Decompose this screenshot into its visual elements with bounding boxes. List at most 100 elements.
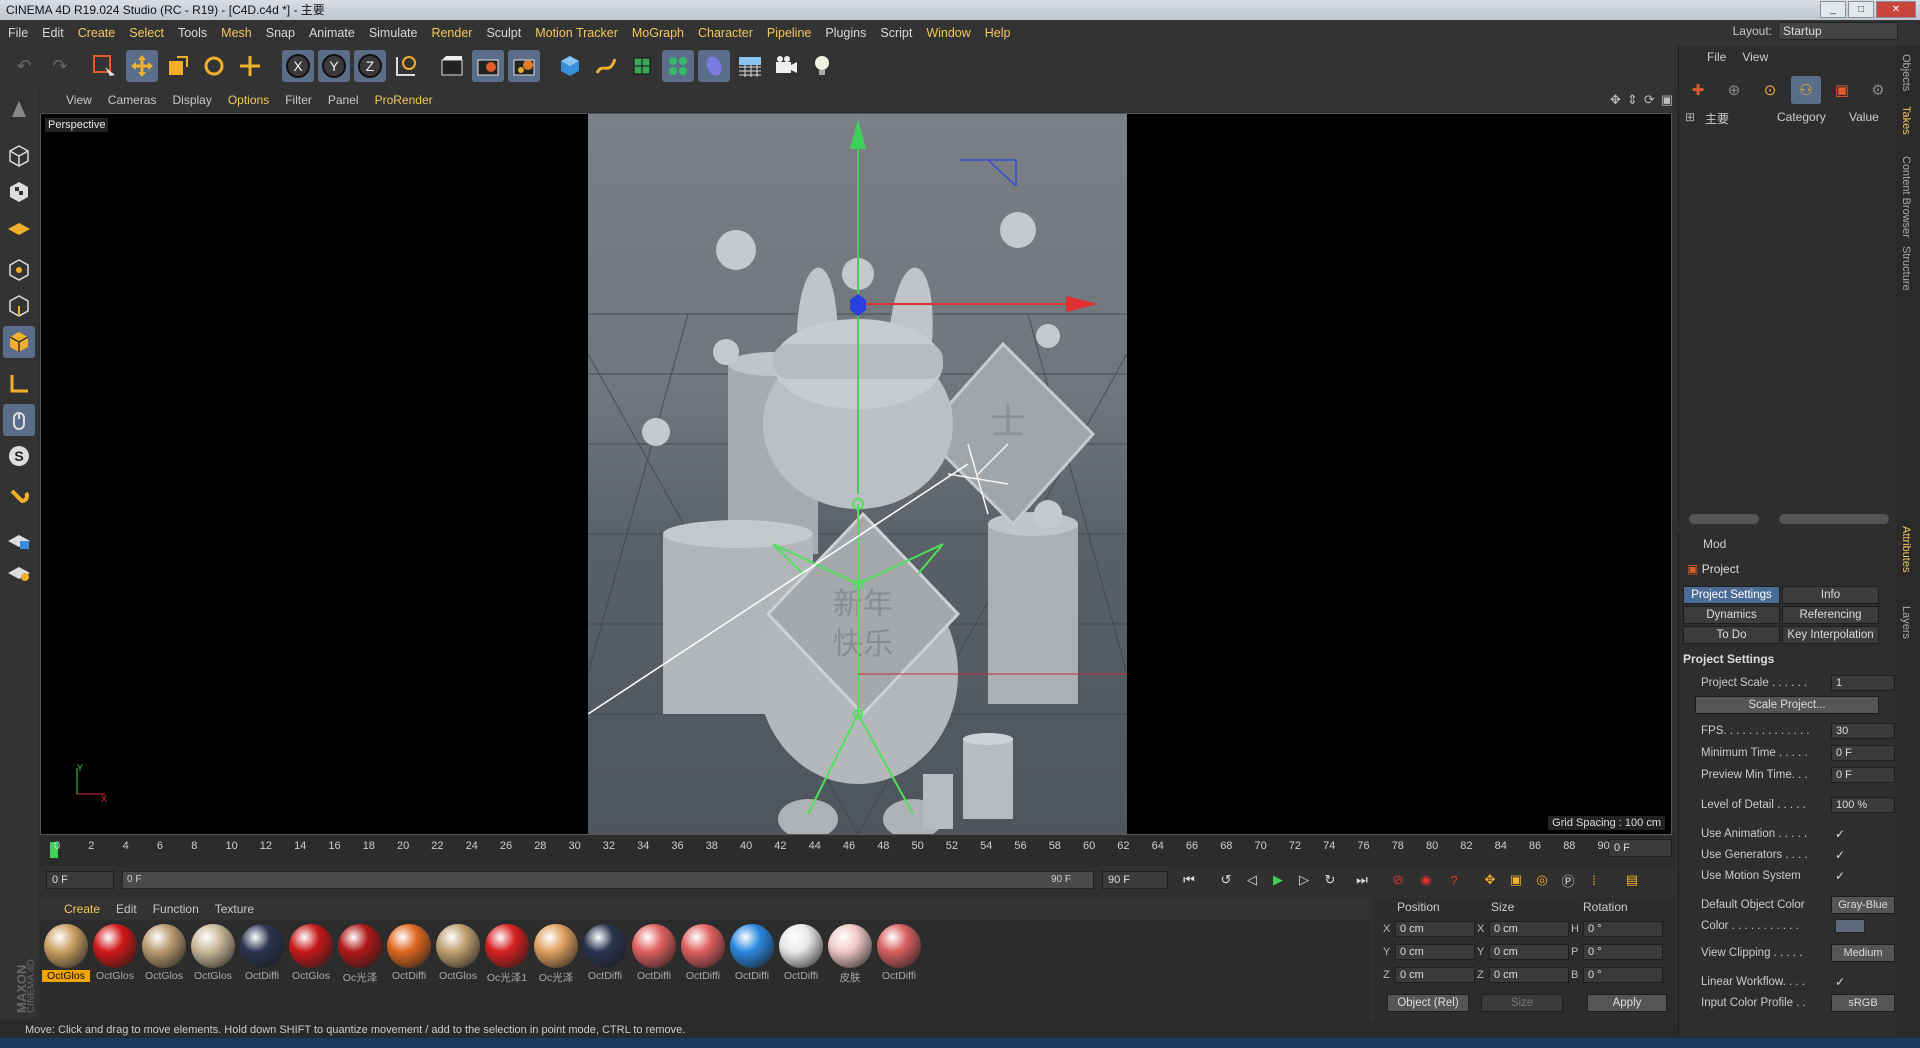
- menu-script[interactable]: Script: [880, 26, 912, 40]
- cube-icon[interactable]: [554, 50, 586, 82]
- auto-take-icon[interactable]: ⚇: [1791, 76, 1821, 104]
- color-swatch[interactable]: [1835, 919, 1865, 933]
- menu-snap[interactable]: Snap: [266, 26, 295, 40]
- camera-label[interactable]: Perspective: [45, 118, 109, 132]
- use-generators-checkbox[interactable]: ✓: [1835, 846, 1845, 864]
- menu-edit[interactable]: Edit: [42, 26, 64, 40]
- size-field[interactable]: 0 cm: [1489, 944, 1569, 960]
- menu-sculpt[interactable]: Sculpt: [486, 26, 521, 40]
- autokeying-icon[interactable]: ◉: [1414, 869, 1438, 891]
- use-animation-checkbox[interactable]: ✓: [1835, 825, 1845, 843]
- apply-button[interactable]: Apply: [1587, 994, 1667, 1012]
- cloner-icon[interactable]: [662, 50, 694, 82]
- menu-pipeline[interactable]: Pipeline: [767, 26, 811, 40]
- material-menu-function[interactable]: Function: [153, 902, 199, 916]
- render-picture-viewer-icon[interactable]: [472, 50, 504, 82]
- play-icon[interactable]: ▶: [1266, 869, 1290, 891]
- scale-icon[interactable]: [162, 50, 194, 82]
- redo-icon[interactable]: ↷: [44, 50, 76, 82]
- tab-to-do[interactable]: To Do: [1683, 626, 1780, 644]
- z-axis-icon[interactable]: Z: [354, 50, 386, 82]
- points-mode-icon[interactable]: [3, 254, 35, 286]
- preview-min-field[interactable]: 0 F: [1831, 767, 1895, 783]
- tab-referencing[interactable]: Referencing: [1782, 606, 1879, 624]
- record-active-objects-icon[interactable]: ⊘: [1386, 869, 1410, 891]
- key-parameter-icon[interactable]: Ⓟ: [1556, 869, 1580, 891]
- material-item[interactable]: OctDiffi: [875, 924, 923, 982]
- live-selection-icon[interactable]: [88, 50, 120, 82]
- polygons-mode-icon[interactable]: [3, 326, 35, 358]
- side-tab-takes[interactable]: Takes: [1900, 106, 1912, 135]
- take-expand-icon[interactable]: ⊞: [1685, 110, 1695, 124]
- size-field[interactable]: 0 cm: [1489, 967, 1569, 983]
- deformer-icon[interactable]: [698, 50, 730, 82]
- end-frame-field[interactable]: 90 F: [1102, 871, 1168, 889]
- size-field[interactable]: 0 cm: [1489, 921, 1569, 937]
- material-item[interactable]: OctGlos: [140, 924, 188, 982]
- menu-file[interactable]: File: [8, 26, 28, 40]
- material-item[interactable]: OctDiffi: [777, 924, 825, 982]
- viewport-menu-prorender[interactable]: ProRender: [375, 93, 433, 107]
- clone-take-icon[interactable]: ⊕: [1719, 76, 1749, 104]
- material-item[interactable]: OctGlos: [434, 924, 482, 982]
- material-menu-create[interactable]: Create: [64, 902, 100, 916]
- material-item[interactable]: 皮肤: [826, 924, 874, 985]
- view-clipping-select[interactable]: Medium: [1831, 944, 1895, 962]
- tab-info[interactable]: Info: [1782, 586, 1879, 604]
- maximize-button[interactable]: □: [1848, 1, 1874, 18]
- planar-workplane-icon[interactable]: [3, 556, 35, 588]
- material-menu-texture[interactable]: Texture: [215, 902, 254, 916]
- position-field[interactable]: 0 cm: [1395, 921, 1475, 937]
- rotate-icon[interactable]: [198, 50, 230, 82]
- key-scale-icon[interactable]: ▣: [1504, 869, 1528, 891]
- edges-mode-icon[interactable]: [3, 290, 35, 322]
- side-tab-structure[interactable]: Structure: [1900, 246, 1912, 291]
- takes-scrollbar-right[interactable]: [1779, 514, 1889, 524]
- start-frame-field[interactable]: 0 F: [46, 871, 114, 889]
- menu-mesh[interactable]: Mesh: [221, 26, 252, 40]
- locked-workplane-icon[interactable]: [3, 524, 35, 556]
- menu-mograph[interactable]: MoGraph: [632, 26, 684, 40]
- preview-range-slider[interactable]: 0 F 90 F: [122, 871, 1094, 889]
- takes-menu-view[interactable]: View: [1742, 50, 1768, 64]
- rotation-field[interactable]: 0 °: [1583, 944, 1663, 960]
- linear-workflow-checkbox[interactable]: ✓: [1835, 973, 1845, 991]
- side-tab-objects[interactable]: Objects: [1900, 54, 1912, 91]
- dolly-icon[interactable]: ⇕: [1627, 92, 1638, 108]
- menu-select[interactable]: Select: [129, 26, 164, 40]
- material-item[interactable]: OctDiffi: [238, 924, 286, 982]
- pan-icon[interactable]: ✥: [1610, 92, 1621, 108]
- material-item[interactable]: OctGlos: [91, 924, 139, 982]
- side-tab-layers[interactable]: Layers: [1900, 606, 1912, 639]
- viewport-menu-filter[interactable]: Filter: [285, 93, 312, 107]
- edit-render-settings-icon[interactable]: [508, 50, 540, 82]
- attributes-mode-menu[interactable]: Mod: [1703, 537, 1726, 551]
- close-button[interactable]: ✕: [1876, 1, 1916, 18]
- menu-plugins[interactable]: Plugins: [825, 26, 866, 40]
- key-position-icon[interactable]: ✥: [1478, 869, 1502, 891]
- light-icon[interactable]: [806, 50, 838, 82]
- x-axis-icon[interactable]: X: [282, 50, 314, 82]
- material-item[interactable]: OctDiffi: [728, 924, 776, 982]
- material-item[interactable]: OctDiffi: [679, 924, 727, 982]
- position-field[interactable]: 0 cm: [1395, 967, 1475, 983]
- project-scale-field[interactable]: 1: [1831, 675, 1895, 691]
- use-motion-checkbox[interactable]: ✓: [1835, 867, 1845, 885]
- rotation-field[interactable]: 0 °: [1583, 921, 1663, 937]
- material-item[interactable]: OctDiffi: [630, 924, 678, 982]
- menu-window[interactable]: Window: [926, 26, 970, 40]
- key-rotation-icon[interactable]: ◎: [1530, 869, 1554, 891]
- menu-create[interactable]: Create: [78, 26, 116, 40]
- position-field[interactable]: 0 cm: [1395, 944, 1475, 960]
- y-axis-icon[interactable]: Y: [318, 50, 350, 82]
- material-item[interactable]: OctDiffi: [581, 924, 629, 982]
- take-render-icon[interactable]: ▣: [1827, 76, 1857, 104]
- model-mode-icon[interactable]: [3, 140, 35, 172]
- go-to-end-icon[interactable]: ⏭: [1350, 869, 1374, 891]
- workplane-mode-icon[interactable]: [3, 212, 35, 244]
- input-profile-select[interactable]: sRGB: [1831, 994, 1895, 1012]
- side-tab-attributes[interactable]: Attributes: [1900, 526, 1912, 572]
- menu-tools[interactable]: Tools: [178, 26, 207, 40]
- viewport-menu-display[interactable]: Display: [172, 93, 211, 107]
- recent-tools-icon[interactable]: [234, 50, 266, 82]
